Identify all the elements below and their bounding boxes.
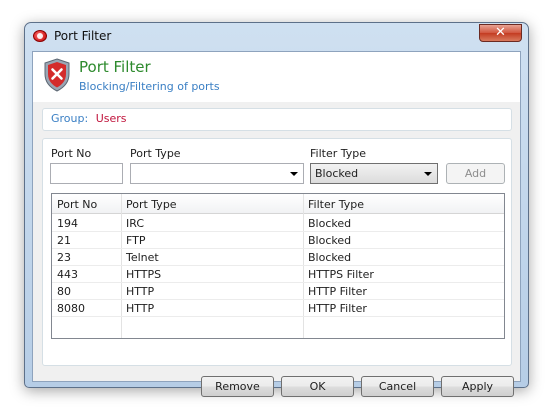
filter-type-label: Filter Type: [310, 147, 367, 160]
cell-port-no: 8080: [57, 302, 85, 315]
column-header-port-type[interactable]: Port Type: [126, 198, 177, 211]
port-table: Port No Port Type Filter Type 194 IRC Bl…: [51, 193, 505, 339]
remove-button[interactable]: Remove: [201, 376, 274, 397]
filter-type-value: Blocked: [315, 167, 359, 180]
cell-filter-type: HTTPS Filter: [308, 268, 374, 281]
header-title: Port Filter: [79, 58, 151, 76]
ok-button[interactable]: OK: [281, 376, 354, 397]
table-row[interactable]: 443 HTTPS HTTPS Filter: [52, 266, 504, 283]
table-header: Port No Port Type Filter Type: [52, 194, 504, 214]
port-filter-dialog: Port Filter ✕ Port Filter Blocking/Filte…: [24, 22, 529, 397]
cell-port-type: HTTP: [126, 302, 155, 315]
cancel-button[interactable]: Cancel: [361, 376, 434, 397]
group-value: Users: [95, 112, 127, 125]
close-button[interactable]: ✕: [479, 24, 522, 42]
cell-port-type: Telnet: [126, 251, 159, 264]
column-header-port-no[interactable]: Port No: [57, 198, 97, 211]
port-type-label: Port Type: [130, 147, 181, 160]
cell-filter-type: HTTP Filter: [308, 302, 367, 315]
cell-port-type: HTTP: [126, 285, 155, 298]
apply-button[interactable]: Apply: [441, 376, 514, 397]
cell-port-no: 21: [57, 234, 71, 247]
cell-filter-type: Blocked: [308, 234, 352, 247]
cell-filter-type: Blocked: [308, 251, 352, 264]
cell-port-no: 23: [57, 251, 71, 264]
dialog-body: Port Filter Blocking/Filtering of ports …: [32, 51, 521, 397]
cell-filter-type: HTTP Filter: [308, 285, 367, 298]
column-header-filter-type[interactable]: Filter Type: [308, 198, 364, 211]
app-icon: [33, 30, 47, 42]
chevron-down-icon: [290, 172, 298, 176]
cell-port-no: 80: [57, 285, 71, 298]
shield-blocked-icon: [44, 58, 70, 92]
port-no-input[interactable]: [50, 163, 123, 184]
table-row[interactable]: 23 Telnet Blocked: [52, 249, 504, 266]
window-title: Port Filter: [54, 29, 112, 43]
cell-port-type: HTTPS: [126, 268, 162, 281]
cell-port-type: FTP: [126, 234, 146, 247]
port-no-label: Port No: [51, 147, 92, 160]
table-row[interactable]: 80 HTTP HTTP Filter: [52, 283, 504, 300]
chevron-down-icon: [424, 172, 432, 176]
cell-port-type: IRC: [126, 217, 145, 230]
add-button[interactable]: Add: [446, 163, 505, 184]
group-panel: Group: Users: [42, 108, 512, 131]
filter-type-dropdown[interactable]: Blocked: [310, 163, 438, 184]
table-row[interactable]: 8080 HTTP HTTP Filter: [52, 300, 504, 317]
group-label: Group:: [51, 112, 89, 125]
title-bar[interactable]: Port Filter ✕: [25, 23, 528, 49]
table-row[interactable]: 194 IRC Blocked: [52, 215, 504, 232]
dialog-header: Port Filter Blocking/Filtering of ports: [33, 52, 520, 102]
port-type-dropdown[interactable]: [130, 163, 304, 184]
header-subtitle: Blocking/Filtering of ports: [79, 80, 220, 93]
cell-port-no: 443: [57, 268, 78, 281]
cell-port-no: 194: [57, 217, 78, 230]
table-row[interactable]: 21 FTP Blocked: [52, 232, 504, 249]
cell-filter-type: Blocked: [308, 217, 352, 230]
port-form-panel: Port No Port Type Filter Type Blocked Ad…: [42, 138, 512, 366]
